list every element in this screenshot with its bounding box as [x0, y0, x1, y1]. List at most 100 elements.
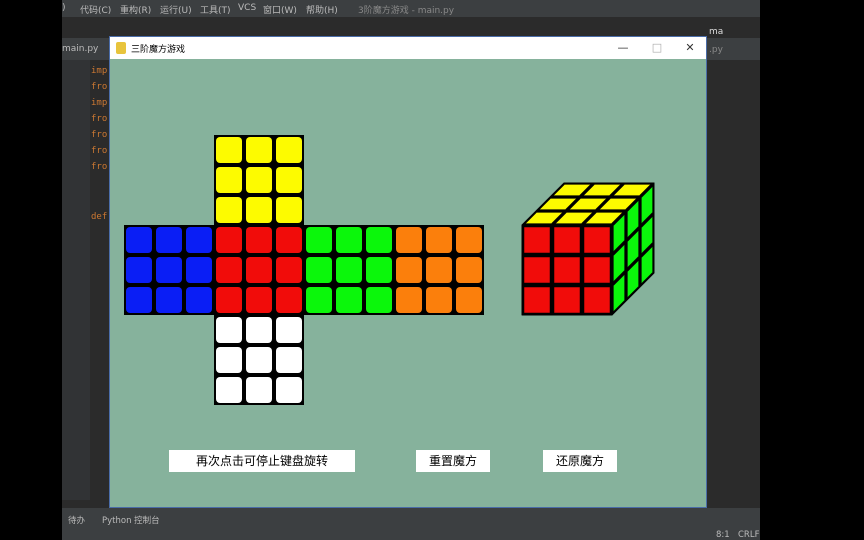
- cube-sticker: [366, 227, 392, 253]
- cube-net-face-left: [124, 225, 214, 315]
- cube-sticker: [276, 227, 302, 253]
- cube-sticker: [396, 257, 422, 283]
- cube-sticker: [456, 287, 482, 313]
- stop-keyboard-rotation-button[interactable]: 再次点击可停止键盘旋转: [169, 450, 355, 472]
- cube-sticker: [276, 167, 302, 193]
- menu-item-code[interactable]: 代码(C): [80, 3, 111, 16]
- code-line: imp: [91, 98, 108, 108]
- game-window-title: 三阶魔方游戏: [131, 45, 186, 55]
- cube-sticker: [276, 317, 302, 343]
- cube-net-face-right: [304, 225, 394, 315]
- cube-sticker: [186, 257, 212, 283]
- cube-sticker: [246, 377, 272, 403]
- cube-sticker: [336, 287, 362, 313]
- cube-net-face-down: [214, 315, 304, 405]
- cube-sticker: [126, 257, 152, 283]
- cube-3d-sticker: [523, 226, 551, 254]
- cube-3d-sticker: [523, 286, 551, 314]
- cube-sticker: [396, 227, 422, 253]
- editor-tab-faded[interactable]: .py: [709, 45, 723, 55]
- code-line: imp: [91, 66, 108, 76]
- restore-cube-button[interactable]: 还原魔方: [543, 450, 617, 472]
- cube-sticker: [426, 227, 452, 253]
- cube-sticker: [366, 257, 392, 283]
- cube-sticker: [276, 287, 302, 313]
- cube-3d-front-face: [521, 224, 613, 316]
- cube-sticker: [246, 257, 272, 283]
- cube-sticker: [396, 287, 422, 313]
- cube-sticker: [216, 227, 242, 253]
- cube-3d-sticker: [553, 286, 581, 314]
- cube-3d-sticker: [583, 226, 611, 254]
- cube-sticker: [426, 257, 452, 283]
- maximize-button[interactable]: □: [646, 40, 668, 56]
- cube-net-face-front: [214, 225, 304, 315]
- cube-sticker: [306, 287, 332, 313]
- ide-statusbar: 待办 Python 控制台 8:1 CRLF: [62, 508, 760, 540]
- cube-sticker: [216, 197, 242, 223]
- cube-sticker: [336, 227, 362, 253]
- cube-sticker: [216, 377, 242, 403]
- code-line: fro: [91, 82, 108, 92]
- line-separator[interactable]: CRLF: [738, 530, 759, 540]
- menu-item-refactor[interactable]: 重构(R): [120, 3, 151, 16]
- cube-sticker: [126, 287, 152, 313]
- menu-item-partial[interactable]: ): [62, 3, 66, 13]
- code-line: def: [91, 212, 108, 222]
- cube-sticker: [186, 287, 212, 313]
- cube-sticker: [276, 197, 302, 223]
- code-line: fro: [91, 146, 108, 156]
- cube-3d-sticker: [553, 226, 581, 254]
- editor-tab-main[interactable]: main.py: [62, 44, 98, 54]
- cube-sticker: [216, 347, 242, 373]
- todo-tool-button[interactable]: 待办: [68, 514, 85, 526]
- cube-sticker: [246, 197, 272, 223]
- cube-3d-view[interactable]: [514, 175, 664, 317]
- code-line: fro: [91, 162, 108, 172]
- cube-sticker: [246, 227, 272, 253]
- ide-window-title: 3阶魔方游戏 - main.py: [358, 6, 455, 16]
- cube-sticker: [246, 167, 272, 193]
- menu-item-run[interactable]: 运行(U): [160, 3, 192, 16]
- menu-item-help[interactable]: 帮助(H): [306, 3, 338, 16]
- game-titlebar: 三阶魔方游戏 — □ ✕: [110, 37, 706, 59]
- cube-net-face-back: [394, 225, 484, 315]
- cube-sticker: [456, 257, 482, 283]
- code-line: fro: [91, 114, 108, 124]
- cube-sticker: [246, 287, 272, 313]
- cube-sticker: [246, 347, 272, 373]
- cube-sticker: [216, 137, 242, 163]
- ide-gutter: [62, 60, 90, 500]
- cube-sticker: [426, 287, 452, 313]
- cube-sticker: [156, 257, 182, 283]
- cube-sticker: [246, 317, 272, 343]
- reset-cube-button[interactable]: 重置魔方: [416, 450, 490, 472]
- cube-sticker: [456, 227, 482, 253]
- minimize-button[interactable]: —: [612, 40, 634, 56]
- menu-item-tools[interactable]: 工具(T): [200, 3, 231, 16]
- cube-sticker: [216, 287, 242, 313]
- cube-sticker: [156, 287, 182, 313]
- cube-sticker: [276, 137, 302, 163]
- cube-sticker: [306, 257, 332, 283]
- cube-sticker: [216, 317, 242, 343]
- menu-item-window[interactable]: 窗口(W): [263, 3, 297, 16]
- editor-tab-active[interactable]: ma: [709, 27, 723, 37]
- menu-item-vcs[interactable]: VCS: [238, 3, 256, 13]
- cube-sticker: [126, 227, 152, 253]
- cube-sticker: [276, 347, 302, 373]
- cube-3d-sticker: [553, 256, 581, 284]
- cube-sticker: [366, 287, 392, 313]
- cube-sticker: [276, 257, 302, 283]
- cube-net-face-up: [214, 135, 304, 225]
- close-button[interactable]: ✕: [679, 40, 701, 56]
- python-app-icon: [116, 42, 126, 54]
- cube-3d-sticker: [583, 286, 611, 314]
- cube-sticker: [216, 257, 242, 283]
- cube-3d-sticker: [583, 256, 611, 284]
- game-window: 三阶魔方游戏 — □ ✕ 再次点击可停止键盘旋转 重置魔方 还原魔方: [109, 36, 707, 508]
- ide-menubar: ) 代码(C) 重构(R) 运行(U) 工具(T) VCS 窗口(W) 帮助(H…: [62, 0, 760, 17]
- cursor-position[interactable]: 8:1: [716, 530, 730, 540]
- cube-sticker: [186, 227, 212, 253]
- python-console-button[interactable]: Python 控制台: [102, 514, 160, 526]
